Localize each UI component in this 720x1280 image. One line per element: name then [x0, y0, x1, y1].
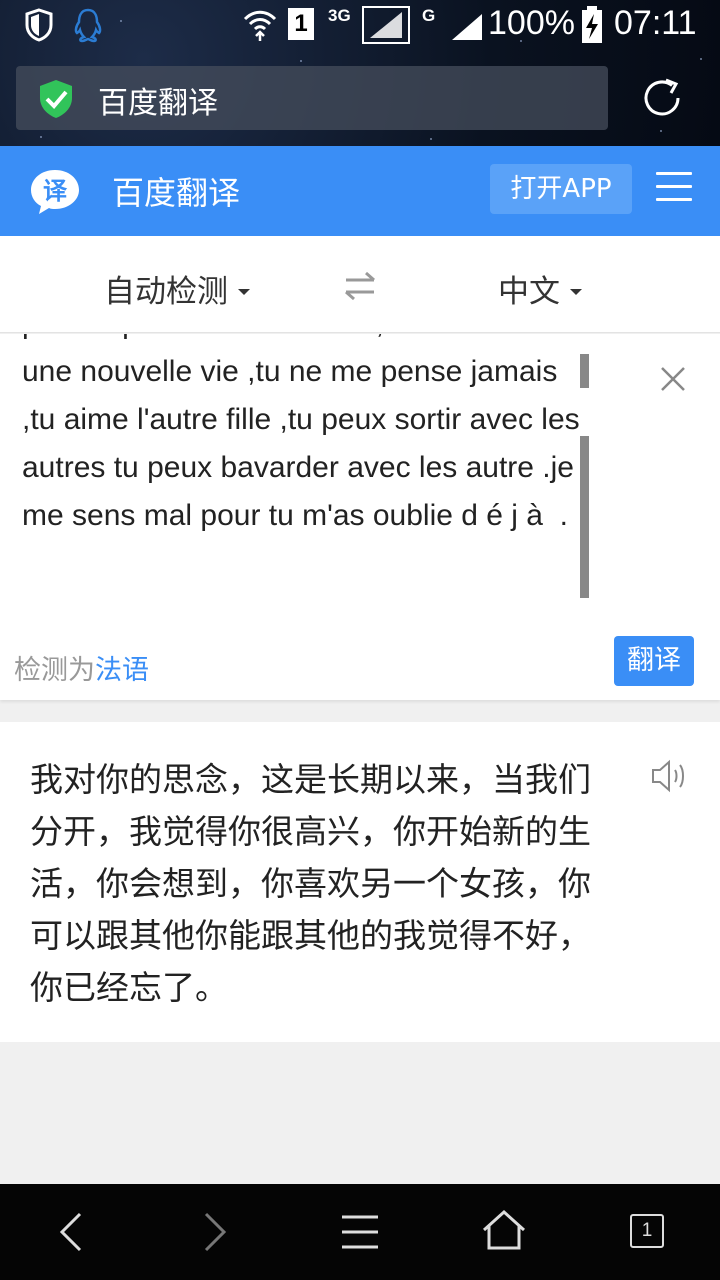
tab-count-button[interactable]: 1 — [630, 1214, 664, 1248]
translation-output-card: 我对你的思念，这是长期以来，当我们分开，我觉得你很高兴，你开始新的生活，你会想到… — [0, 722, 720, 1042]
target-language-label: 中文 — [498, 274, 560, 310]
translate-button[interactable]: 翻译 — [614, 636, 694, 686]
source-language-label: 自动检测 — [104, 274, 228, 310]
close-icon[interactable] — [656, 362, 690, 400]
clock: 07:11 — [614, 4, 697, 42]
target-language-dropdown[interactable]: 中文 — [498, 266, 582, 311]
battery-charging-icon — [580, 6, 604, 48]
back-icon[interactable] — [56, 1210, 86, 1258]
app-header: 译 百度翻译 打开APP — [0, 146, 720, 236]
swap-languages-icon[interactable] — [344, 270, 376, 306]
source-textarea[interactable]: pense que tu est contente ,tu commence u… — [22, 334, 588, 604]
detect-prefix: 检测为 — [14, 655, 95, 686]
open-app-button[interactable]: 打开APP — [490, 164, 632, 214]
network-g-label: G — [422, 6, 436, 25]
speaker-icon[interactable] — [650, 758, 688, 798]
shield-check-icon — [36, 78, 76, 124]
signal-icon — [362, 6, 410, 48]
page-title: 百度翻译 — [98, 86, 218, 121]
source-input-card: pense que tu est contente ,tu commence u… — [0, 334, 720, 700]
scrollbar-thumb[interactable] — [580, 436, 589, 598]
address-bar[interactable]: 百度翻译 — [16, 66, 608, 130]
caret-down-icon — [570, 288, 582, 295]
menu-lines-icon[interactable] — [340, 1214, 380, 1254]
home-icon[interactable] — [480, 1208, 528, 1256]
svg-text:译: 译 — [43, 177, 68, 205]
network-3g-label: 3G — [328, 6, 351, 25]
battery-percent: 100% — [488, 4, 575, 42]
translate-logo-icon: 译 — [28, 166, 82, 220]
source-text: pense que tu est contente ,tu commence u… — [22, 334, 580, 532]
shield-icon — [24, 8, 54, 46]
sim-card-icon: 1 — [288, 8, 314, 40]
detected-language: 检测为法语 — [14, 648, 149, 687]
detected-language-link[interactable]: 法语 — [95, 655, 149, 686]
qq-penguin-icon — [72, 8, 104, 48]
forward-icon[interactable] — [200, 1210, 230, 1258]
brand-title: 百度翻译 — [112, 174, 241, 212]
caret-down-icon — [238, 288, 250, 295]
menu-icon[interactable] — [656, 172, 692, 208]
scrollbar-thumb[interactable] — [580, 354, 589, 388]
source-language-dropdown[interactable]: 自动检测 — [104, 266, 250, 311]
status-bar: 1 3G G 100% 07:11 — [0, 0, 720, 52]
translation-text: 我对你的思念，这是长期以来，当我们分开，我觉得你很高兴，你开始新的生活，你会想到… — [30, 760, 591, 1007]
refresh-icon[interactable] — [640, 76, 684, 124]
signal-bars-icon — [450, 12, 484, 46]
wifi-icon — [242, 6, 278, 46]
